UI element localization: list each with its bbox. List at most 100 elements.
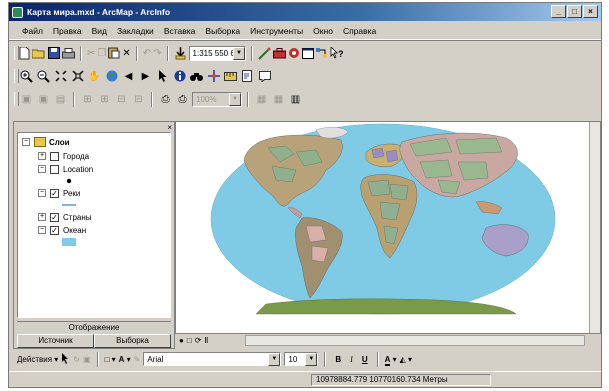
- location-symbol[interactable]: [66, 175, 72, 187]
- expand-icon[interactable]: +: [38, 152, 46, 160]
- collapse-icon[interactable]: −: [38, 189, 46, 197]
- fill-color-icon[interactable]: ◭ ▾: [400, 355, 412, 364]
- fixed-zoom-out-icon[interactable]: [70, 69, 85, 84]
- menu-insert[interactable]: Вставка: [159, 26, 201, 36]
- layer-row-rivers[interactable]: − ✓ Реки: [38, 187, 80, 199]
- layer-visibility-checkbox[interactable]: ✓: [50, 225, 59, 235]
- redo-icon[interactable]: ↷: [153, 46, 161, 61]
- rivers-symbol[interactable]: [62, 199, 76, 211]
- toc-display-tab[interactable]: Отображение: [17, 321, 171, 333]
- forward-extent-icon[interactable]: ▶: [138, 69, 153, 84]
- arctoolbox-icon[interactable]: [273, 46, 286, 61]
- full-extent-icon[interactable]: [104, 69, 119, 84]
- find-binoculars-icon[interactable]: [189, 69, 204, 84]
- html-popup-icon[interactable]: [257, 69, 272, 84]
- delete-icon[interactable]: ✕: [122, 46, 130, 61]
- open-folder-icon[interactable]: [32, 46, 46, 61]
- map-scale-combo[interactable]: 1:315 550 681 ▼: [188, 45, 246, 61]
- collapse-icon[interactable]: −: [38, 165, 46, 173]
- menu-window[interactable]: Окно: [308, 26, 338, 36]
- map-view[interactable]: [175, 121, 601, 334]
- rectangle-icon[interactable]: □ ▾: [105, 355, 116, 364]
- select-elements-icon[interactable]: [155, 69, 170, 84]
- rotate-icon[interactable]: ↻: [73, 355, 80, 364]
- command-line-icon[interactable]: [302, 46, 314, 61]
- chevron-down-icon[interactable]: ▼: [305, 353, 318, 366]
- add-data-icon[interactable]: [174, 46, 187, 61]
- whats-this-help-icon[interactable]: ?: [330, 46, 343, 61]
- layer-visibility-checkbox[interactable]: ✓: [50, 188, 59, 198]
- layer-visibility-checkbox[interactable]: [50, 164, 59, 174]
- back-extent-icon[interactable]: ◀: [121, 69, 136, 84]
- maximize-button[interactable]: □: [567, 5, 582, 18]
- font-size-combo[interactable]: 10 ▼: [284, 352, 319, 366]
- undo-icon[interactable]: ↶: [143, 46, 151, 61]
- menu-view[interactable]: Вид: [87, 26, 112, 36]
- layer-row-countries[interactable]: + ✓ Страны: [38, 211, 92, 223]
- bold-button[interactable]: B: [332, 355, 344, 364]
- select-elements-icon[interactable]: [61, 352, 70, 366]
- pan-hand-icon[interactable]: ✋: [87, 69, 102, 84]
- layer-row-ocean[interactable]: − ✓ Океан: [38, 224, 86, 236]
- layer-row-location[interactable]: − Location: [38, 163, 93, 175]
- toc-close-icon[interactable]: ×: [167, 123, 172, 132]
- toolbar-separator: [73, 91, 75, 107]
- zoom-out-icon[interactable]: [36, 69, 51, 84]
- editor-toolbar-icon[interactable]: [258, 46, 271, 61]
- collapse-icon[interactable]: −: [22, 138, 30, 146]
- layer-row-cities[interactable]: + Города: [38, 150, 89, 162]
- hyperlink-icon[interactable]: [240, 69, 255, 84]
- menu-bookmarks[interactable]: Закладки: [112, 26, 159, 36]
- collapse-icon[interactable]: −: [38, 226, 46, 234]
- menu-file[interactable]: Файл: [17, 26, 48, 36]
- new-text-icon[interactable]: A ▾: [119, 355, 131, 364]
- layout-icon[interactable]: ⎙: [175, 92, 190, 107]
- measure-icon[interactable]: [223, 69, 238, 84]
- print-preview-icon[interactable]: ⎙: [158, 92, 173, 107]
- layers-root-row[interactable]: − Слои: [22, 136, 70, 148]
- data-view-icon[interactable]: ●: [179, 336, 184, 345]
- tab-selection[interactable]: Выборка: [94, 334, 171, 348]
- title-bar[interactable]: Карта мира.mxd - ArcMap - ArcInfo _ □ ×: [9, 3, 601, 21]
- zoom-in-icon[interactable]: [19, 69, 34, 84]
- drawing-menu[interactable]: Действия ▾: [17, 355, 58, 364]
- copy-icon[interactable]: ❐: [97, 46, 106, 61]
- minimize-button[interactable]: _: [551, 5, 566, 18]
- print-icon[interactable]: [62, 46, 75, 61]
- go-to-xy-icon[interactable]: [206, 69, 221, 84]
- arccatalog-icon[interactable]: [288, 46, 300, 61]
- pause-drawing-icon[interactable]: Ⅱ: [204, 336, 208, 345]
- font-color-icon[interactable]: A ▾: [384, 354, 397, 366]
- expand-icon[interactable]: +: [38, 213, 46, 221]
- model-builder-icon[interactable]: [316, 46, 328, 61]
- save-icon[interactable]: [48, 46, 60, 61]
- tab-source[interactable]: Источник: [17, 334, 94, 348]
- menu-help[interactable]: Справка: [338, 26, 381, 36]
- change-layout-icon[interactable]: ▥: [288, 92, 303, 107]
- ocean-symbol[interactable]: [62, 236, 76, 248]
- edit-vertices-icon[interactable]: ✎: [134, 355, 141, 364]
- menu-selection[interactable]: Выборка: [200, 26, 245, 36]
- italic-button[interactable]: I: [347, 355, 356, 364]
- standard-toolbar: ✂ ❐ ✕ ↶ ↷ 1:315 550 681 ▼ ?: [13, 43, 343, 63]
- paste-icon[interactable]: [108, 46, 120, 61]
- menu-tools[interactable]: Инструменты: [245, 26, 308, 36]
- layer-visibility-checkbox[interactable]: ✓: [50, 212, 59, 222]
- menu-edit[interactable]: Правка: [48, 26, 87, 36]
- map-vertical-scrollbar[interactable]: [589, 122, 600, 333]
- layer-visibility-checkbox[interactable]: [50, 151, 59, 161]
- font-name-combo[interactable]: Arial ▼: [143, 352, 282, 366]
- cut-icon[interactable]: ✂: [87, 46, 95, 61]
- chevron-down-icon[interactable]: ▼: [233, 46, 245, 60]
- close-button[interactable]: ×: [583, 5, 598, 18]
- refresh-icon[interactable]: ⟳: [195, 336, 202, 345]
- zoom-whole-page-icon[interactable]: ▣: [83, 355, 91, 364]
- map-horizontal-scrollbar[interactable]: [245, 335, 585, 346]
- font-name-value: Arial: [147, 354, 164, 364]
- layout-view-icon[interactable]: □: [187, 336, 192, 345]
- identify-icon[interactable]: [172, 69, 187, 84]
- chevron-down-icon[interactable]: ▼: [268, 353, 281, 366]
- new-document-icon[interactable]: [19, 46, 30, 61]
- fixed-zoom-in-icon[interactable]: [53, 69, 68, 84]
- underline-button[interactable]: U: [359, 355, 371, 364]
